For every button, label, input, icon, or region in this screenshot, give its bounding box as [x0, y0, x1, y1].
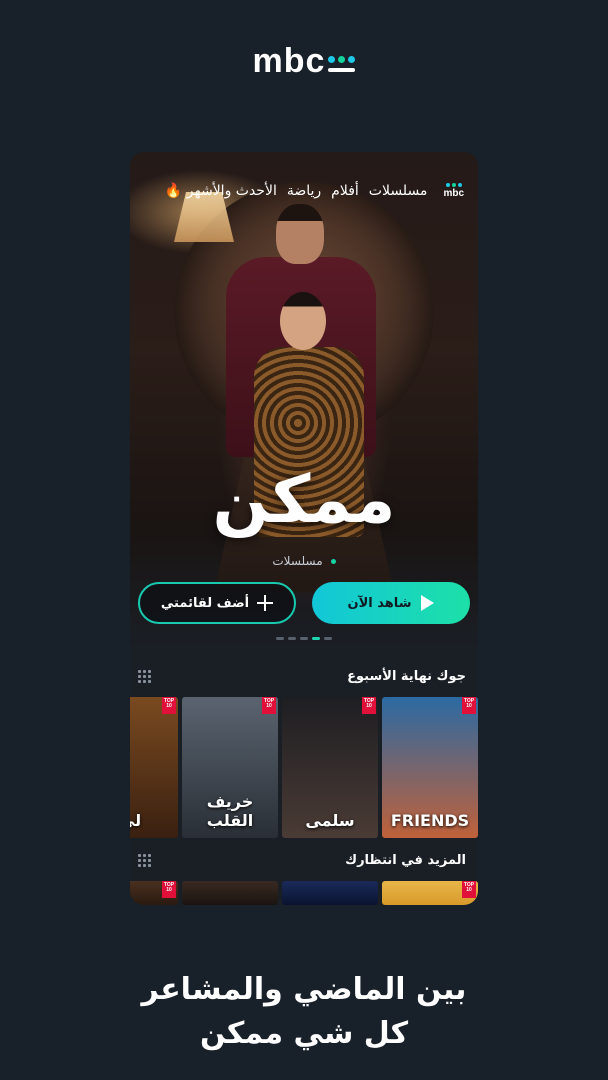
- poster-card[interactable]: TOP 10 سلمى: [282, 697, 378, 838]
- plus-icon: [257, 595, 274, 611]
- nav-item-movies[interactable]: أفلام: [331, 183, 359, 199]
- nav-item-latest[interactable]: الأحدث والأشهر 🔥: [165, 183, 277, 199]
- pager-dot[interactable]: [312, 637, 320, 640]
- app-logo: mbc: [0, 44, 608, 78]
- fire-icon: 🔥: [164, 183, 183, 199]
- pager-dot[interactable]: [276, 637, 284, 640]
- promo-headline: بين الماضي والمشاعر كل شي ممكن: [0, 968, 608, 1056]
- top10-badge: TOP 10: [462, 881, 476, 898]
- poster-title: سلمى: [305, 811, 355, 830]
- poster-title: لي: [130, 811, 142, 830]
- play-icon: [421, 595, 435, 611]
- top10-badge: TOP 10: [362, 697, 376, 714]
- top-nav: mbc مسلسلات أفلام رياضة الأحدث والأشهر 🔥: [130, 176, 478, 206]
- phone-screen: ممكن مسلسلات mbc مسلسلات أفلام رياضة الأ…: [130, 152, 478, 905]
- poster-card[interactable]: [282, 881, 378, 905]
- logo-dots: [328, 56, 356, 72]
- section-header: جوك نهاية الأسبوع: [138, 666, 466, 686]
- hero-title: ممكن: [212, 461, 396, 538]
- add-to-list-button[interactable]: أضف لقائمتي: [138, 582, 296, 624]
- nav-logo[interactable]: mbc: [443, 183, 464, 199]
- poster-row: TOP 10 TOP 10: [130, 881, 478, 905]
- poster-title: خريف القلب: [206, 792, 254, 830]
- poster-card[interactable]: TOP 10 لي: [130, 697, 178, 838]
- top10-badge: TOP 10: [462, 697, 476, 714]
- hero-banner[interactable]: ممكن مسلسلات: [130, 152, 478, 652]
- carousel-pager[interactable]: [130, 637, 478, 640]
- logo-text: mbc: [252, 42, 326, 80]
- headline-line-1: بين الماضي والمشاعر: [141, 972, 467, 1007]
- section-title: جوك نهاية الأسبوع: [347, 668, 466, 684]
- nav-item-series[interactable]: مسلسلات: [369, 183, 428, 199]
- section-title: المزيد في انتظارك: [345, 852, 466, 868]
- top10-badge: TOP 10: [262, 697, 276, 714]
- pager-dot[interactable]: [300, 637, 308, 640]
- poster-title: FRIENDS: [390, 811, 470, 830]
- top10-badge: TOP 10: [162, 697, 176, 714]
- poster-card[interactable]: TOP 10: [382, 881, 478, 905]
- pager-dot[interactable]: [288, 637, 296, 640]
- hero-genre: مسلسلات: [130, 554, 478, 568]
- poster-card[interactable]: TOP 10 FRIENDS: [382, 697, 478, 838]
- poster-card[interactable]: TOP 10: [130, 881, 178, 905]
- pager-dot[interactable]: [324, 637, 332, 640]
- section-header: المزيد في انتظارك: [138, 850, 466, 870]
- nav-item-sports[interactable]: رياضة: [287, 183, 321, 199]
- top10-badge: TOP 10: [162, 881, 176, 898]
- poster-row: TOP 10 FRIENDS TOP 10 سلمى TOP 10 خريف القلب T…: [130, 697, 478, 838]
- grid-view-icon[interactable]: [138, 853, 151, 867]
- grid-view-icon[interactable]: [138, 669, 151, 683]
- watch-now-button[interactable]: شاهد الآن: [312, 582, 470, 624]
- poster-card[interactable]: TOP 10 خريف القلب: [182, 697, 278, 838]
- poster-card[interactable]: [182, 881, 278, 905]
- headline-line-2: كل شي ممكن: [199, 1016, 409, 1051]
